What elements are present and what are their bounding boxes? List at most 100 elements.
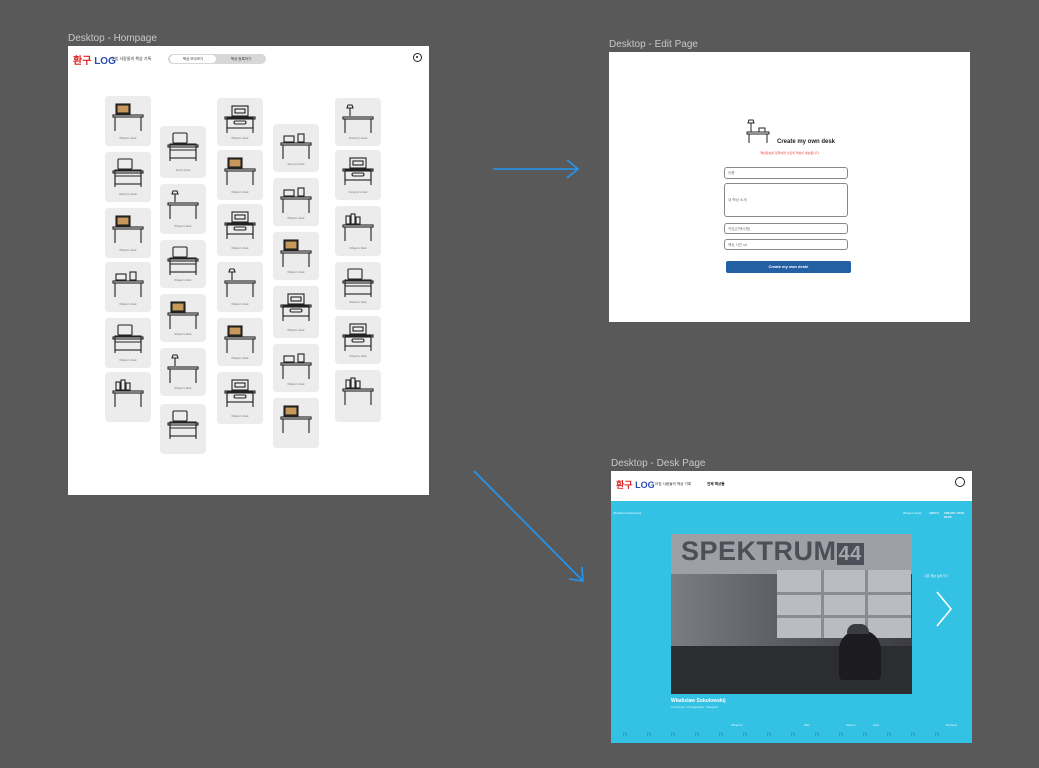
create-desk-button[interactable]: Create my own desk! bbox=[726, 261, 851, 273]
desk-card[interactable]: Whajun's Desk bbox=[160, 240, 206, 288]
next-desk-label: 다른 책상 보러가기 bbox=[924, 574, 948, 578]
photo-url-input[interactable] bbox=[724, 239, 848, 250]
desk-card[interactable]: Whajun's Desk bbox=[217, 204, 263, 256]
strip-label-1: Whajun's bbox=[731, 723, 743, 727]
desk-card[interactable] bbox=[105, 372, 151, 422]
desk-chair-icon bbox=[112, 271, 144, 297]
desk-card[interactable]: Karly's Desk bbox=[160, 126, 206, 178]
desk-photo: SPEKTRUM 44 bbox=[671, 534, 912, 694]
desk-card[interactable]: Whajun's Desk bbox=[105, 262, 151, 312]
thumb-desk-icon[interactable]: ⊓ bbox=[719, 732, 723, 738]
desk-card[interactable]: Whajun's Desk bbox=[273, 286, 319, 338]
desk-computer-icon bbox=[167, 410, 199, 439]
desk-card[interactable]: Whajun's Desk bbox=[105, 208, 151, 258]
logo[interactable]: 환구 LOG bbox=[73, 52, 116, 67]
arrow-to-desk bbox=[473, 470, 584, 582]
desk-card-caption: Whajun's Desk bbox=[174, 333, 192, 336]
thumb-desk-icon[interactable]: ⊓ bbox=[767, 732, 771, 738]
nav-link-about[interactable]: ABOUT bbox=[929, 511, 939, 515]
desk-card[interactable]: Whajun's Desk bbox=[335, 206, 381, 256]
desk-monitor-icon bbox=[112, 103, 144, 131]
thumb-desk-icon[interactable]: ⊓ bbox=[911, 732, 915, 738]
desk-card-caption: Whajun's Desk bbox=[119, 249, 137, 252]
user-circle-icon[interactable] bbox=[955, 477, 965, 487]
desk-card-caption: Whajun's Desk bbox=[174, 225, 192, 228]
thumb-desk-icon[interactable]: ⊓ bbox=[791, 732, 795, 738]
desk-books-icon bbox=[112, 379, 144, 407]
desk-thumbnail-strip[interactable]: ⊓ ⊓ ⊓ ⊓ ⊓ ⊓ ⊓ ⊓ ⊓ ⊓ ⊓ ⊓ ⊓ ⊓ bbox=[617, 729, 966, 741]
desk-card[interactable]: Whajun's Desk bbox=[217, 318, 263, 366]
desk-card[interactable]: Whajun's Desk bbox=[335, 316, 381, 364]
desk-laptop-icon bbox=[280, 293, 312, 321]
desk-owner-small: Wladislaw Sokolowskij bbox=[613, 511, 641, 515]
desk-lamp-icon bbox=[224, 268, 256, 297]
desk-monitor-icon bbox=[224, 325, 256, 353]
edit-subtitle: 책상정보를 입력하면 나만의 책상이 생성됩니다 bbox=[760, 151, 819, 155]
desk-card[interactable]: Sehyun's Desk bbox=[273, 124, 319, 172]
thumb-desk-icon[interactable]: ⊓ bbox=[815, 732, 819, 738]
chevron-right-icon[interactable] bbox=[933, 589, 955, 629]
desk-chair-icon bbox=[280, 187, 312, 213]
name-input[interactable] bbox=[724, 167, 848, 179]
desk-card-caption: Whajun's Desk bbox=[231, 247, 249, 250]
desk-page-frame: 환구 LOG 아침 사람들의 책상 기록 전체 책상들 Wladislaw So… bbox=[611, 471, 972, 743]
desk-lamp-icon bbox=[746, 119, 770, 143]
nav-link-create[interactable]: CREATE YOUR DESK bbox=[944, 511, 972, 519]
homepage-frame: 환구 LOG 아침 사람들의 책상 기록 책상 모아보기 책상 등록하기 Wha… bbox=[68, 46, 429, 495]
toggle-browse[interactable]: 책상 모아보기 bbox=[170, 55, 216, 63]
desk-card[interactable]: Whajun's Desk bbox=[273, 232, 319, 280]
desk-card[interactable] bbox=[160, 404, 206, 454]
nav-link-desk[interactable]: Whajun's Desk bbox=[903, 511, 922, 515]
strip-label-4: Karly bbox=[873, 723, 880, 727]
desk-card[interactable]: Whajun's Desk bbox=[217, 262, 263, 312]
desk-card[interactable]: Whajun's Desk bbox=[160, 294, 206, 342]
view-toggle[interactable]: 책상 모아보기 책상 등록하기 bbox=[168, 54, 266, 64]
desk-monitor-icon bbox=[280, 405, 312, 433]
desk-card[interactable]: Whajun's Desk bbox=[273, 344, 319, 392]
thumb-desk-icon[interactable]: ⊓ bbox=[671, 732, 675, 738]
desk-card[interactable]: Dongmin's Desk bbox=[335, 150, 381, 200]
toggle-register[interactable]: 책상 등록하기 bbox=[218, 55, 264, 63]
user-circle-icon[interactable] bbox=[413, 53, 422, 62]
desk-card[interactable]: Whajun's Desk bbox=[217, 372, 263, 424]
desk-chair-icon bbox=[280, 133, 312, 159]
desk-card[interactable]: Whajun's Desk bbox=[217, 98, 263, 146]
desk-card[interactable] bbox=[335, 370, 381, 422]
desk-card[interactable] bbox=[273, 398, 319, 448]
edit-page-frame: Create my own desk 책상정보를 입력하면 나만의 책상이 생성… bbox=[609, 52, 970, 322]
desk-card-caption: Whajun's Desk bbox=[287, 383, 305, 386]
desk-card[interactable]: Whajun's Desk bbox=[105, 318, 151, 368]
desk-card[interactable]: Kimberly's Desk bbox=[335, 98, 381, 146]
desk-monitor-icon bbox=[224, 157, 256, 185]
desk-books-icon bbox=[342, 377, 374, 405]
thumb-desk-icon[interactable]: ⊓ bbox=[935, 732, 939, 738]
nav-all-desks[interactable]: 전체 책상들 bbox=[707, 482, 725, 487]
thumb-desk-icon[interactable]: ⊓ bbox=[695, 732, 699, 738]
desk-card[interactable]: Whajun's Desk bbox=[217, 150, 263, 200]
desk-lamp-icon bbox=[167, 190, 199, 219]
desk-card[interactable]: Wahyun's Desk bbox=[105, 152, 151, 202]
desk-computer-icon bbox=[342, 268, 374, 297]
desk-card[interactable]: Whajun's Desk bbox=[335, 262, 381, 310]
owner-subtitle: Art Director / Photographer / Designer bbox=[671, 705, 718, 709]
desk-card[interactable]: Whajun's Desk bbox=[273, 178, 319, 226]
thumb-desk-icon[interactable]: ⊓ bbox=[623, 732, 627, 738]
intro-textarea[interactable] bbox=[724, 183, 848, 217]
desk-card-caption: Whajun's Desk bbox=[287, 217, 305, 220]
desk-card[interactable]: Whajun's Desk bbox=[105, 96, 151, 146]
desk-card-caption: Whajun's Desk bbox=[174, 387, 192, 390]
thumb-desk-icon[interactable]: ⊓ bbox=[743, 732, 747, 738]
logo[interactable]: 환구 LOG bbox=[616, 478, 655, 491]
thumb-desk-icon[interactable]: ⊓ bbox=[839, 732, 843, 738]
desk-card[interactable]: Whajun's Desk bbox=[160, 348, 206, 396]
thumb-desk-icon[interactable]: ⊓ bbox=[647, 732, 651, 738]
desk-computer-icon bbox=[112, 158, 144, 187]
thumb-desk-icon[interactable]: ⊓ bbox=[887, 732, 891, 738]
photo-sign: SPEKTRUM 44 bbox=[681, 536, 864, 566]
job-input[interactable] bbox=[724, 223, 848, 234]
desk-monitor-icon bbox=[112, 215, 144, 243]
desk-laptop-icon bbox=[224, 379, 256, 407]
desk-card[interactable]: Whajun's Desk bbox=[160, 184, 206, 234]
desk-card-caption: Kimberly's Desk bbox=[348, 137, 368, 140]
thumb-desk-icon[interactable]: ⊓ bbox=[863, 732, 867, 738]
